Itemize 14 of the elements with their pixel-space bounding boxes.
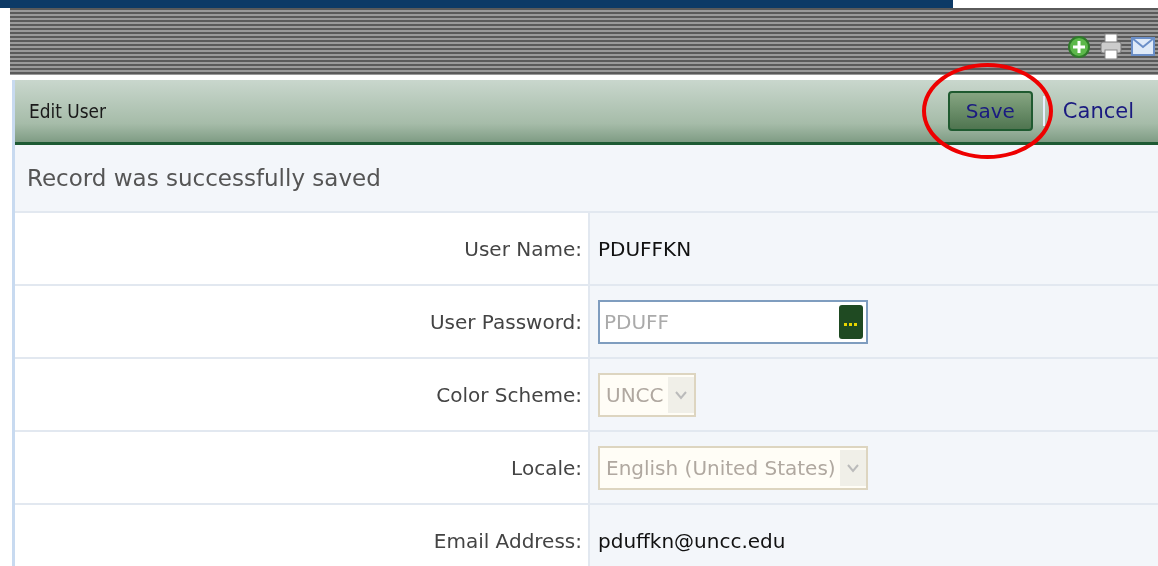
field-label: Color Scheme: — [15, 359, 590, 430]
browse-button[interactable] — [839, 304, 863, 339]
printer-icon[interactable] — [1098, 31, 1124, 61]
field-value: pduffkn@uncc.edu — [598, 528, 786, 553]
field-label: Email Address: — [15, 505, 590, 566]
field-label: User Password: — [15, 286, 590, 357]
field-label: User Name: — [15, 213, 590, 284]
save-button[interactable]: Save — [947, 91, 1033, 131]
field-label: Locale: — [15, 432, 590, 503]
password-field[interactable]: PDUFF — [598, 299, 868, 344]
cancel-link[interactable]: Cancel — [1062, 99, 1134, 123]
page-title: Edit User — [29, 99, 108, 123]
field-value: PDUFFKN — [598, 236, 692, 261]
dots-icon — [844, 322, 858, 327]
